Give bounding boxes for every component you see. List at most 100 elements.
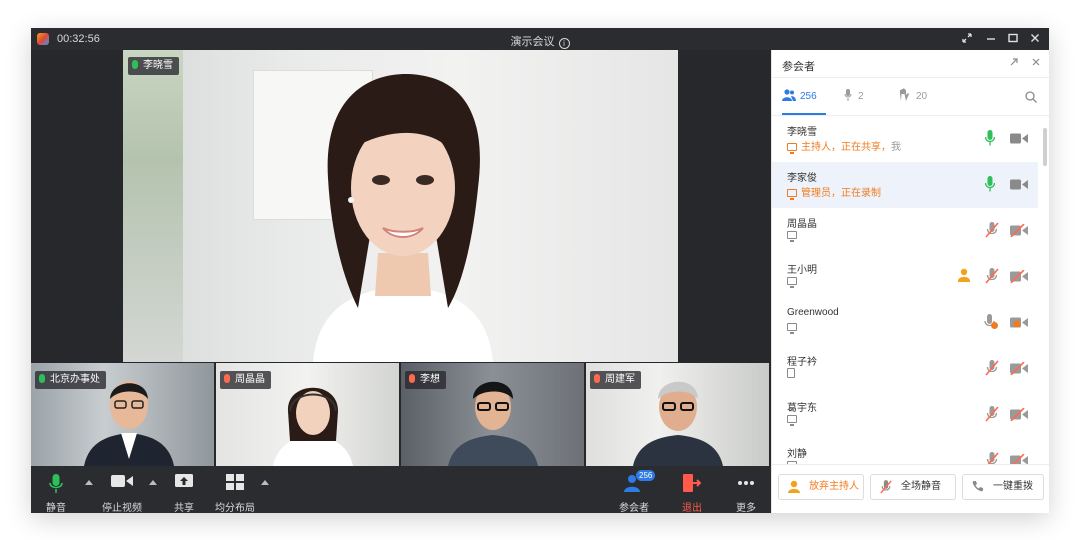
- participant-list-scrollbar[interactable]: [1042, 116, 1048, 464]
- all-count: 256: [800, 91, 817, 102]
- computer-icon: [787, 415, 797, 426]
- speaking-count: 2: [858, 91, 864, 102]
- participant-name: 刘静: [787, 449, 807, 460]
- participants-count-badge: 256: [636, 470, 656, 481]
- stop-video-button[interactable]: 停止视频: [99, 466, 145, 513]
- meeting-title: 演示会议: [510, 36, 555, 48]
- computer-icon: [787, 277, 797, 288]
- participant-row[interactable]: 葛宇东: [772, 392, 1038, 438]
- participant-name: 周晶晶: [235, 374, 265, 385]
- camera-off-icon[interactable]: [1010, 408, 1028, 421]
- microphone-request-icon[interactable]: [984, 314, 998, 330]
- mute-options-caret[interactable]: [85, 480, 93, 485]
- meeting-toolbar: 静音 停止视频 共享 均分布局 256 参会者 退出 更多: [31, 466, 771, 513]
- participant-name: 李想: [420, 374, 440, 385]
- microphone-icon: [39, 374, 45, 383]
- mute-button[interactable]: 静音: [39, 466, 73, 513]
- participant-row[interactable]: 程子衿: [772, 346, 1038, 392]
- microphone-muted-icon[interactable]: [985, 406, 999, 422]
- thumbnail-name-tag: 北京办事处: [35, 371, 106, 389]
- camera-on-icon[interactable]: [1010, 179, 1028, 190]
- tab-all-participants[interactable]: 256: [782, 78, 826, 115]
- tab-raised-hands[interactable]: 20: [898, 78, 938, 115]
- thumbnail-name-tag: 周建军: [590, 371, 641, 389]
- microphone-muted-icon[interactable]: [985, 268, 999, 284]
- microphone-on-icon[interactable]: [985, 130, 995, 146]
- participant-row[interactable]: 周晶晶: [772, 208, 1038, 254]
- scrollbar-thumb[interactable]: [1043, 128, 1047, 166]
- microphone-on-icon[interactable]: [985, 176, 995, 192]
- give-up-host-button[interactable]: 放弃主持人: [778, 474, 864, 500]
- exit-icon: [683, 474, 701, 492]
- video-options-caret[interactable]: [149, 480, 157, 485]
- more-label: 更多: [736, 503, 756, 513]
- maximize-icon[interactable]: [1005, 31, 1021, 47]
- people-icon: [782, 89, 796, 101]
- mute-all-button[interactable]: 全场静音: [870, 474, 956, 500]
- camera-on-icon[interactable]: [1010, 133, 1028, 144]
- participant-row[interactable]: 刘静: [772, 438, 1038, 464]
- minimize-icon[interactable]: [983, 31, 999, 47]
- camera-off-icon[interactable]: [1010, 270, 1028, 283]
- microphone-muted-icon[interactable]: [985, 452, 999, 464]
- participant-row[interactable]: 王小明: [772, 254, 1038, 300]
- panel-footer: 放弃主持人 全场静音 一键重拨: [772, 464, 1049, 513]
- participant-name: Greenwood: [787, 307, 839, 318]
- participants-button[interactable]: 256 参会者: [615, 466, 656, 513]
- search-icon[interactable]: [1025, 90, 1037, 108]
- thumbnail-strip: 北京办事处 周晶晶 李想 周建军: [31, 363, 771, 466]
- panel-close-icon[interactable]: [1028, 55, 1044, 71]
- microphone-muted-icon[interactable]: [985, 222, 999, 238]
- participant-filter-tabs: 256 2 20: [772, 78, 1049, 116]
- tab-speaking[interactable]: 2: [844, 78, 878, 115]
- mute-all-icon: [880, 480, 892, 494]
- camera-request-icon[interactable]: [1010, 316, 1028, 329]
- grid-layout-icon: [226, 474, 244, 490]
- self-label: 我: [891, 142, 901, 153]
- participant-device: [787, 276, 801, 288]
- camera-off-icon[interactable]: [1010, 454, 1028, 464]
- participant-name: 周晶晶: [787, 219, 817, 230]
- microphone-icon: [844, 89, 852, 101]
- raised-count: 20: [916, 91, 928, 102]
- layout-label: 均分布局: [215, 503, 255, 513]
- participant-row[interactable]: 李家俊 管理员，正在录制: [772, 162, 1038, 208]
- phone-icon: [972, 481, 983, 492]
- microphone-icon: [132, 60, 138, 69]
- title-bar: 00:32:56 演示会议 i: [31, 28, 1049, 50]
- info-icon[interactable]: i: [558, 38, 570, 49]
- microphone-muted-icon[interactable]: [985, 360, 999, 376]
- camera-icon: [111, 475, 133, 487]
- more-button[interactable]: 更多: [731, 466, 761, 513]
- speaker-figure: [313, 73, 493, 362]
- redial-button[interactable]: 一键重拨: [962, 474, 1044, 500]
- give-up-host-label: 放弃主持人: [809, 481, 859, 492]
- make-host-icon[interactable]: [958, 268, 970, 282]
- thumbnail-name-tag: 周晶晶: [220, 371, 271, 389]
- restore-icon[interactable]: [959, 31, 975, 47]
- participant-name: 李家俊: [787, 173, 817, 184]
- layout-button[interactable]: 均分布局: [213, 466, 257, 513]
- mobile-device-icon: [787, 368, 795, 378]
- popout-icon[interactable]: [1006, 55, 1022, 71]
- main-video[interactable]: [123, 50, 678, 362]
- meeting-window: 00:32:56 演示会议 i 李晓雪 北京办事处 周晶晶 李想 周建军 静音 …: [31, 28, 1049, 513]
- camera-off-icon[interactable]: [1010, 362, 1028, 375]
- layout-options-caret[interactable]: [261, 480, 269, 485]
- close-icon[interactable]: [1027, 31, 1043, 47]
- participant-list: 李晓雪 主持人，正在共享，我 李家俊 管理员，正在录制 周晶晶 王小明 Gree…: [772, 116, 1042, 464]
- participants-label: 参会者: [619, 503, 649, 513]
- share-button[interactable]: 共享: [169, 466, 199, 513]
- participant-name: 北京办事处: [50, 374, 100, 385]
- participant-figure: [633, 381, 723, 466]
- participant-status: 主持人，正在共享，我: [787, 138, 901, 154]
- participant-row[interactable]: 李晓雪 主持人，正在共享，我: [772, 116, 1038, 162]
- raised-hand-icon: [900, 88, 909, 101]
- microphone-muted-icon: [224, 374, 230, 383]
- camera-off-icon[interactable]: [1010, 224, 1028, 237]
- participant-row[interactable]: Greenwood: [772, 300, 1038, 346]
- panel-title: 参会者: [782, 61, 815, 73]
- leave-label: 退出: [682, 503, 702, 513]
- leave-button[interactable]: 退出: [677, 466, 707, 513]
- panel-header: 参会者: [772, 50, 1049, 78]
